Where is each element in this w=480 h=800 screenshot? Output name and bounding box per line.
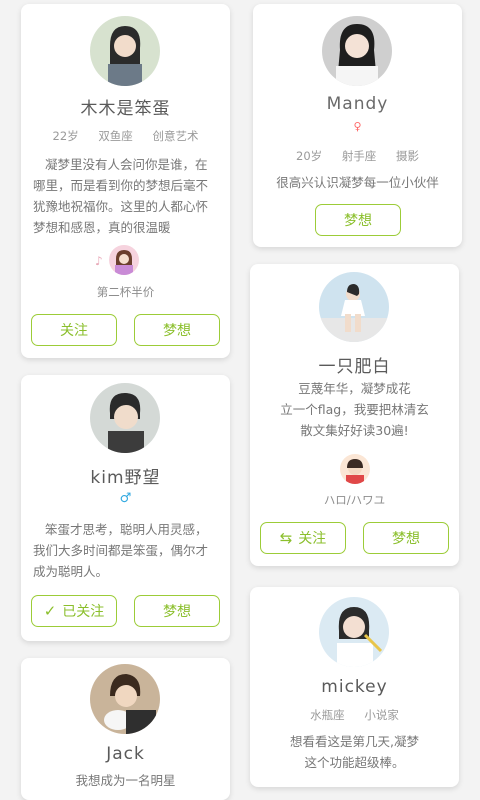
avatar[interactable] — [90, 664, 160, 734]
user-name: mickey — [321, 677, 388, 697]
group-label: ハロ/ハワユ — [323, 493, 386, 507]
group-avatar[interactable] — [340, 454, 370, 484]
avatar[interactable] — [319, 272, 389, 342]
user-name: Mandy — [326, 94, 389, 114]
user-bio: 想看看这是第几天,凝梦 这个功能超级棒。 — [290, 734, 419, 770]
dream-button[interactable]: 梦想 — [315, 204, 401, 236]
female-icon: ♀ — [353, 120, 362, 133]
user-bio: 很高兴认识凝梦每一位小伙伴 — [276, 175, 439, 190]
avatar[interactable] — [319, 597, 389, 667]
dream-label: 梦想 — [163, 604, 191, 620]
age-tag: 22岁 — [52, 129, 79, 143]
avatar[interactable] — [322, 16, 392, 86]
dream-button[interactable]: 梦想 — [134, 595, 220, 627]
zodiac-tag: 双鱼座 — [98, 129, 133, 143]
user-bio: 笨蛋才思考，聪明人用灵感，我们大多时间都是笨蛋，偶尔才成为聪明人。 — [33, 522, 209, 579]
follow-label: 关注 — [298, 531, 327, 547]
profile-card-feibai[interactable]: 一只肥白 豆蔑年华，凝梦成花 立一个flag，我要把林清玄 散文集好好读30遍!… — [250, 264, 459, 566]
user-bio: 豆蔑年华，凝梦成花 立一个flag，我要把林清玄 散文集好好读30遍! — [280, 381, 429, 438]
profile-card-mickey[interactable]: mickey 水瓶座 小说家 想看看这是第几天,凝梦 这个功能超级棒。 — [250, 587, 459, 787]
user-tags: 水瓶座 小说家 — [250, 707, 459, 723]
avatar[interactable] — [90, 383, 160, 453]
dream-button[interactable]: 梦想 — [363, 522, 449, 554]
profile-card-mumu[interactable]: 木木是笨蛋 22岁 双鱼座 创意艺术 凝梦里没有人会问你是谁，在哪里，而是看到你… — [21, 4, 230, 358]
profile-card-jack[interactable]: Jack 我想成为一名明星 — [21, 658, 230, 800]
avatar[interactable] — [90, 16, 160, 86]
check-icon: ✓ — [43, 602, 57, 620]
interest-tag: 创意艺术 — [152, 129, 199, 143]
interest-tag: 小说家 — [364, 708, 399, 722]
dream-label: 梦想 — [392, 531, 420, 547]
dream-button[interactable]: 梦想 — [134, 314, 220, 346]
age-tag: 20岁 — [296, 149, 323, 163]
user-tags: 22岁 双鱼座 创意艺术 — [21, 128, 230, 144]
user-tags: 20岁 射手座 摄影 — [253, 148, 462, 164]
group-label: 第二杯半价 — [96, 285, 155, 299]
dream-label: 梦想 — [163, 323, 191, 339]
music-note-icon: ♪ — [95, 254, 103, 268]
follow-button[interactable]: ⇆ 关注 — [260, 522, 346, 554]
dream-label: 梦想 — [344, 213, 372, 229]
group-avatar[interactable] — [109, 245, 139, 275]
zodiac-tag: 射手座 — [341, 149, 377, 163]
swap-icon: ⇆ — [279, 529, 293, 547]
follow-button[interactable]: 关注 — [31, 314, 117, 346]
user-name: 木木是笨蛋 — [80, 99, 171, 119]
zodiac-tag: 水瓶座 — [310, 708, 345, 722]
follow-label: 关注 — [60, 323, 88, 339]
user-bio: 凝梦里没有人会问你是谁，在哪里，而是看到你的梦想后毫不犹豫地祝福你。这里的人都心… — [33, 157, 209, 235]
user-name: 一只肥白 — [318, 357, 391, 377]
male-icon: ♂ — [119, 491, 132, 506]
followed-label: 已关注 — [62, 604, 105, 620]
followed-button[interactable]: ✓ 已关注 — [31, 595, 117, 627]
profile-card-kim[interactable]: kim野望 ♂ 笨蛋才思考，聪明人用灵感，我们大多时间都是笨蛋，偶尔才成为聪明人… — [21, 375, 230, 641]
user-name: Jack — [106, 744, 145, 764]
interest-tag: 摄影 — [395, 149, 419, 163]
user-bio: 我想成为一名明星 — [75, 773, 176, 788]
user-name: kim野望 — [90, 468, 161, 488]
profile-card-mandy[interactable]: Mandy ♀ 20岁 射手座 摄影 很高兴认识凝梦每一位小伙伴 梦想 — [253, 4, 462, 247]
